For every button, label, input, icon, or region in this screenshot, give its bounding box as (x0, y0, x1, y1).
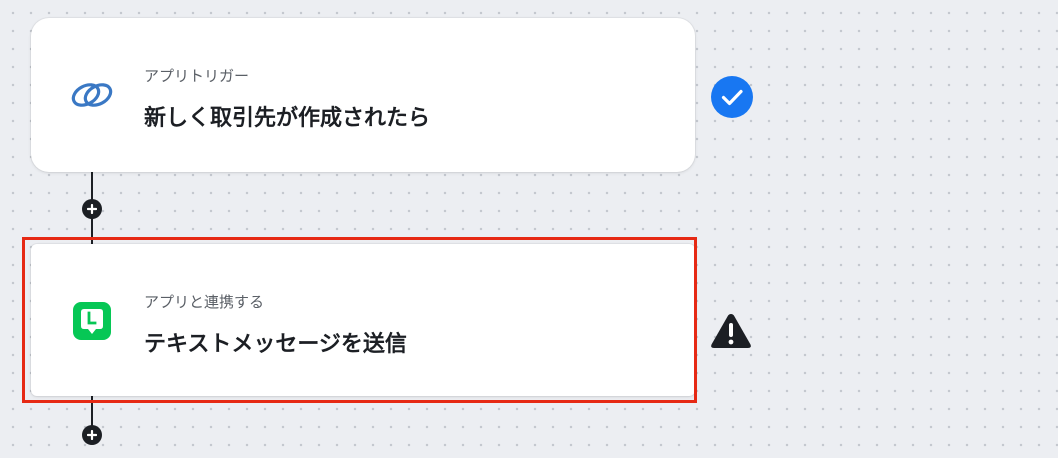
flow-step-card-trigger[interactable]: アプリトリガー 新しく取引先が作成されたら (31, 18, 695, 172)
link-rings-icon (69, 72, 115, 118)
step-type-label: アプリトリガー (144, 67, 250, 85)
step-type-label: アプリと連携する (144, 293, 265, 311)
step-complete-status (711, 76, 753, 118)
plus-icon (87, 430, 97, 440)
step-title: 新しく取引先が作成されたら (144, 106, 431, 131)
flow-canvas: アプリトリガー 新しく取引先が作成されたら アプリと連携する テキストメッセージ… (0, 0, 1058, 458)
step-warning-status (710, 312, 752, 350)
add-step-button[interactable] (82, 199, 102, 219)
step-title: テキストメッセージを送信 (144, 332, 407, 357)
plus-icon (87, 204, 97, 214)
line-app-icon (69, 298, 115, 344)
flow-step-card-action[interactable]: アプリと連携する テキストメッセージを送信 (31, 244, 695, 396)
warning-icon (711, 314, 751, 348)
check-icon (711, 76, 753, 118)
add-step-button[interactable] (82, 425, 102, 445)
